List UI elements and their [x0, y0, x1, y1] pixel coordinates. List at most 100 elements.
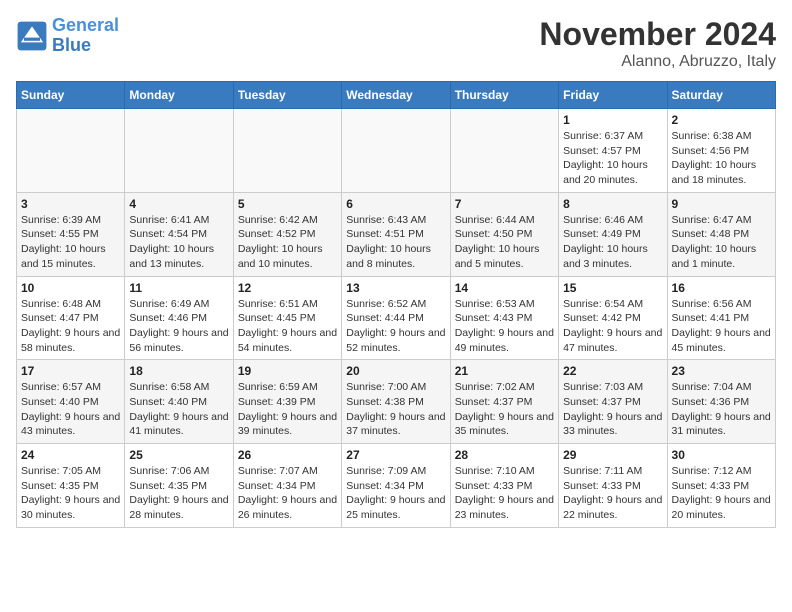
calendar-cell: 22 Sunrise: 7:03 AM Sunset: 4:37 PM Dayli…: [559, 360, 667, 444]
day-number: 1: [563, 113, 662, 127]
calendar-cell: 29 Sunrise: 7:11 AM Sunset: 4:33 PM Dayli…: [559, 444, 667, 528]
day-info: Sunrise: 6:54 AM Sunset: 4:42 PM Dayligh…: [563, 297, 662, 356]
day-info: Sunrise: 6:59 AM Sunset: 4:39 PM Dayligh…: [238, 380, 337, 439]
day-number: 21: [455, 364, 554, 378]
day-number: 18: [129, 364, 228, 378]
calendar-cell: 8Sunrise: 6:46 AM Sunset: 4:49 PM Daylig…: [559, 192, 667, 276]
calendar-cell: 16 Sunrise: 6:56 AM Sunset: 4:41 PM Dayli…: [667, 276, 775, 360]
page-header: General Blue November 2024 Alanno, Abruz…: [16, 16, 776, 71]
day-info: Sunrise: 7:09 AM Sunset: 4:34 PM Dayligh…: [346, 464, 445, 523]
day-info: Sunrise: 7:07 AM Sunset: 4:34 PM Dayligh…: [238, 464, 337, 523]
day-number: 11: [129, 281, 228, 295]
day-info: Sunrise: 6:42 AM Sunset: 4:52 PM Dayligh…: [238, 213, 337, 272]
day-info: Sunrise: 7:10 AM Sunset: 4:33 PM Dayligh…: [455, 464, 554, 523]
day-number: 30: [672, 448, 771, 462]
day-number: 29: [563, 448, 662, 462]
day-info: Sunrise: 6:43 AM Sunset: 4:51 PM Dayligh…: [346, 213, 445, 272]
calendar-cell: 30 Sunrise: 7:12 AM Sunset: 4:33 PM Dayli…: [667, 444, 775, 528]
day-number: 12: [238, 281, 337, 295]
calendar-week-2: 10 Sunrise: 6:48 AM Sunset: 4:47 PM Dayli…: [17, 276, 776, 360]
calendar-week-3: 17Sunrise: 6:57 AM Sunset: 4:40 PM Dayli…: [17, 360, 776, 444]
calendar-cell: [17, 109, 125, 193]
calendar-cell: 19Sunrise: 6:59 AM Sunset: 4:39 PM Dayli…: [233, 360, 341, 444]
day-info: Sunrise: 6:38 AM Sunset: 4:56 PM Dayligh…: [672, 129, 771, 188]
day-number: 26: [238, 448, 337, 462]
calendar-cell: 5 Sunrise: 6:42 AM Sunset: 4:52 PM Daylig…: [233, 192, 341, 276]
day-number: 16: [672, 281, 771, 295]
day-number: 10: [21, 281, 120, 295]
day-number: 27: [346, 448, 445, 462]
calendar-cell: 26 Sunrise: 7:07 AM Sunset: 4:34 PM Dayli…: [233, 444, 341, 528]
day-number: 6: [346, 197, 445, 211]
day-info: Sunrise: 6:56 AM Sunset: 4:41 PM Dayligh…: [672, 297, 771, 356]
calendar-cell: 27 Sunrise: 7:09 AM Sunset: 4:34 PM Dayli…: [342, 444, 450, 528]
calendar-week-0: 1 Sunrise: 6:37 AM Sunset: 4:57 PM Daylig…: [17, 109, 776, 193]
day-info: Sunrise: 7:11 AM Sunset: 4:33 PM Dayligh…: [563, 464, 662, 523]
calendar-cell: 9 Sunrise: 6:47 AM Sunset: 4:48 PM Daylig…: [667, 192, 775, 276]
day-number: 28: [455, 448, 554, 462]
day-info: Sunrise: 6:44 AM Sunset: 4:50 PM Dayligh…: [455, 213, 554, 272]
calendar-cell: 15 Sunrise: 6:54 AM Sunset: 4:42 PM Dayli…: [559, 276, 667, 360]
day-number: 20: [346, 364, 445, 378]
logo-text: General Blue: [52, 16, 119, 56]
day-number: 14: [455, 281, 554, 295]
calendar-cell: 6 Sunrise: 6:43 AM Sunset: 4:51 PM Daylig…: [342, 192, 450, 276]
day-info: Sunrise: 6:47 AM Sunset: 4:48 PM Dayligh…: [672, 213, 771, 272]
calendar-week-1: 3Sunrise: 6:39 AM Sunset: 4:55 PM Daylig…: [17, 192, 776, 276]
calendar-cell: 10 Sunrise: 6:48 AM Sunset: 4:47 PM Dayli…: [17, 276, 125, 360]
weekday-header-saturday: Saturday: [667, 82, 775, 109]
day-info: Sunrise: 6:53 AM Sunset: 4:43 PM Dayligh…: [455, 297, 554, 356]
day-info: Sunrise: 6:49 AM Sunset: 4:46 PM Dayligh…: [129, 297, 228, 356]
day-info: Sunrise: 6:58 AM Sunset: 4:40 PM Dayligh…: [129, 380, 228, 439]
day-info: Sunrise: 7:03 AM Sunset: 4:37 PM Dayligh…: [563, 380, 662, 439]
calendar-cell: [450, 109, 558, 193]
weekday-header-row: SundayMondayTuesdayWednesdayThursdayFrid…: [17, 82, 776, 109]
logo-line1: General: [52, 15, 119, 35]
weekday-header-tuesday: Tuesday: [233, 82, 341, 109]
weekday-header-friday: Friday: [559, 82, 667, 109]
calendar-cell: 14 Sunrise: 6:53 AM Sunset: 4:43 PM Dayli…: [450, 276, 558, 360]
day-number: 5: [238, 197, 337, 211]
day-number: 13: [346, 281, 445, 295]
calendar-cell: 12 Sunrise: 6:51 AM Sunset: 4:45 PM Dayli…: [233, 276, 341, 360]
day-info: Sunrise: 6:37 AM Sunset: 4:57 PM Dayligh…: [563, 129, 662, 188]
day-info: Sunrise: 6:51 AM Sunset: 4:45 PM Dayligh…: [238, 297, 337, 356]
calendar-cell: 2Sunrise: 6:38 AM Sunset: 4:56 PM Daylig…: [667, 109, 775, 193]
day-number: 15: [563, 281, 662, 295]
weekday-header-monday: Monday: [125, 82, 233, 109]
calendar-cell: 20 Sunrise: 7:00 AM Sunset: 4:38 PM Dayli…: [342, 360, 450, 444]
calendar-cell: 13Sunrise: 6:52 AM Sunset: 4:44 PM Dayli…: [342, 276, 450, 360]
title-area: November 2024 Alanno, Abruzzo, Italy: [539, 16, 776, 71]
day-info: Sunrise: 7:12 AM Sunset: 4:33 PM Dayligh…: [672, 464, 771, 523]
day-info: Sunrise: 6:39 AM Sunset: 4:55 PM Dayligh…: [21, 213, 120, 272]
day-number: 23: [672, 364, 771, 378]
day-number: 8: [563, 197, 662, 211]
calendar-cell: 11 Sunrise: 6:49 AM Sunset: 4:46 PM Dayli…: [125, 276, 233, 360]
day-number: 17: [21, 364, 120, 378]
day-info: Sunrise: 7:04 AM Sunset: 4:36 PM Dayligh…: [672, 380, 771, 439]
calendar-cell: [342, 109, 450, 193]
day-number: 9: [672, 197, 771, 211]
day-info: Sunrise: 7:05 AM Sunset: 4:35 PM Dayligh…: [21, 464, 120, 523]
day-info: Sunrise: 7:00 AM Sunset: 4:38 PM Dayligh…: [346, 380, 445, 439]
day-number: 7: [455, 197, 554, 211]
calendar-table: SundayMondayTuesdayWednesdayThursdayFrid…: [16, 81, 776, 528]
calendar-cell: 18 Sunrise: 6:58 AM Sunset: 4:40 PM Dayli…: [125, 360, 233, 444]
day-info: Sunrise: 6:41 AM Sunset: 4:54 PM Dayligh…: [129, 213, 228, 272]
logo: General Blue: [16, 16, 119, 56]
day-number: 24: [21, 448, 120, 462]
calendar-cell: 4 Sunrise: 6:41 AM Sunset: 4:54 PM Daylig…: [125, 192, 233, 276]
calendar-cell: 17Sunrise: 6:57 AM Sunset: 4:40 PM Dayli…: [17, 360, 125, 444]
calendar-cell: [125, 109, 233, 193]
day-number: 22: [563, 364, 662, 378]
calendar-cell: 28 Sunrise: 7:10 AM Sunset: 4:33 PM Dayli…: [450, 444, 558, 528]
day-number: 4: [129, 197, 228, 211]
calendar-cell: 1 Sunrise: 6:37 AM Sunset: 4:57 PM Daylig…: [559, 109, 667, 193]
weekday-header-thursday: Thursday: [450, 82, 558, 109]
day-info: Sunrise: 6:48 AM Sunset: 4:47 PM Dayligh…: [21, 297, 120, 356]
location: Alanno, Abruzzo, Italy: [539, 53, 776, 71]
day-info: Sunrise: 7:06 AM Sunset: 4:35 PM Dayligh…: [129, 464, 228, 523]
calendar-cell: [233, 109, 341, 193]
calendar-cell: 25Sunrise: 7:06 AM Sunset: 4:35 PM Dayli…: [125, 444, 233, 528]
calendar-cell: 7 Sunrise: 6:44 AM Sunset: 4:50 PM Daylig…: [450, 192, 558, 276]
